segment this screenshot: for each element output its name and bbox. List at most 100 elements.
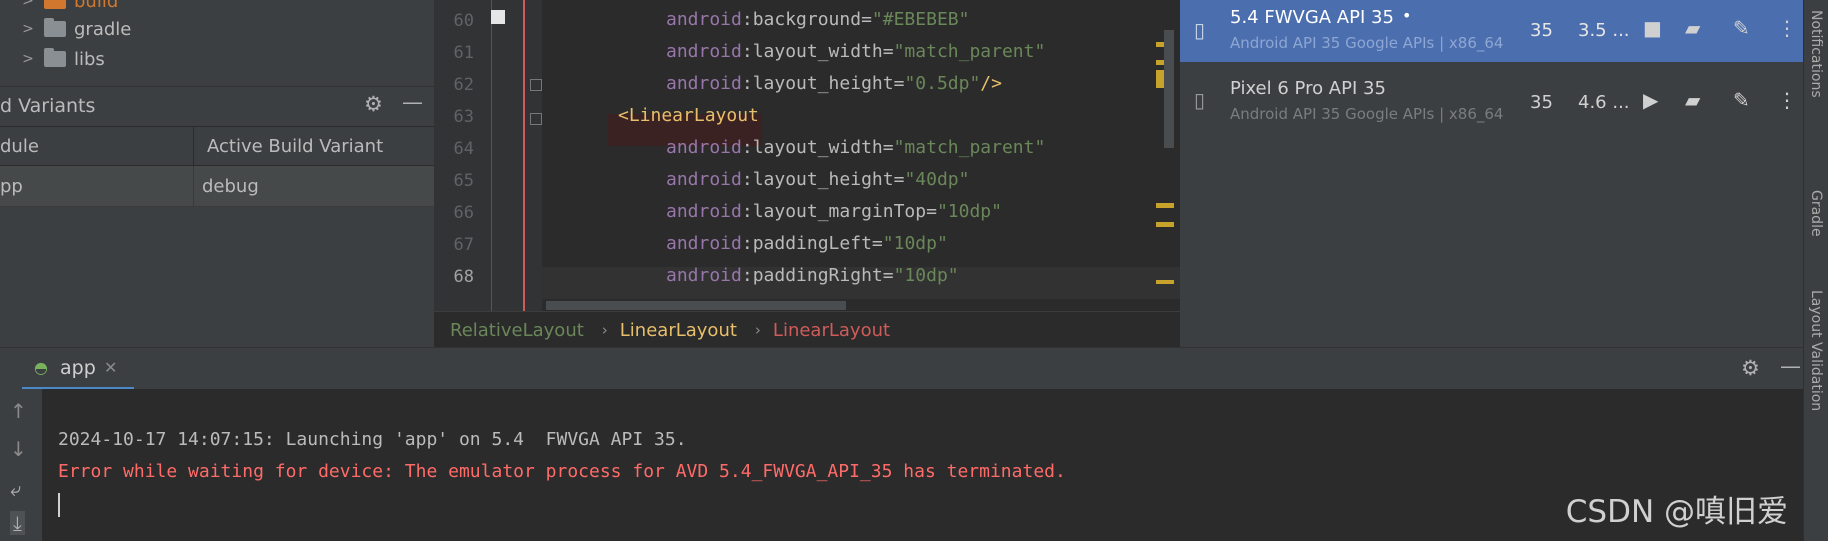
code-line[interactable]: <LinearLayout: [618, 100, 759, 132]
xml-value: "40dp": [904, 169, 970, 190]
chevron-right-icon[interactable]: >: [18, 51, 38, 67]
android-icon: ◓: [34, 358, 48, 377]
tree-item-gradle[interactable]: > gradle: [0, 15, 131, 43]
chevron-right-icon: ›: [754, 321, 761, 339]
change-marker: [523, 0, 525, 311]
run-toolbar: ↑ ↓ ⤶ ⤓: [0, 389, 42, 541]
play-icon[interactable]: ▶: [1643, 88, 1658, 112]
code-line[interactable]: android:layout_height="40dp": [666, 164, 969, 196]
folder-open-icon[interactable]: ▰: [1685, 88, 1700, 112]
tree-item-libs[interactable]: > libs: [0, 45, 105, 73]
code-line[interactable]: android:layout_marginTop="10dp": [666, 196, 1002, 228]
variant-cell[interactable]: debug: [202, 166, 259, 206]
code-line[interactable]: android:layout_width="match_parent": [666, 132, 1045, 164]
notifications-tab[interactable]: Notifications: [1808, 10, 1824, 98]
line-number: 61: [453, 43, 474, 63]
minimize-icon[interactable]: —: [402, 90, 423, 114]
xml-tag-close: />: [980, 73, 1002, 94]
xml-attribute: paddingRight: [752, 265, 883, 286]
table-header: dule Active Build Variant: [0, 126, 434, 166]
xml-value: "10dp": [893, 265, 959, 286]
editor-gutter: 60 61 62 63 64 65 66 67 68: [434, 0, 542, 311]
stop-icon[interactable]: ■: [1643, 16, 1662, 40]
build-variants-header: d Variants ⚙ —: [0, 86, 434, 125]
xml-tag: <LinearLayout: [618, 105, 759, 126]
code-line[interactable]: android:paddingRight="10dp": [666, 260, 959, 292]
xml-value: "0.5dp": [904, 73, 981, 94]
arrow-down-icon[interactable]: ↓: [10, 437, 27, 461]
scroll-marker: [1156, 280, 1174, 284]
folder-open-icon[interactable]: ▰: [1685, 16, 1700, 40]
gear-icon[interactable]: ⚙: [364, 92, 383, 116]
tree-item-build[interactable]: > build: [0, 0, 118, 15]
chevron-right-icon[interactable]: >: [18, 21, 38, 37]
folder-icon: [44, 0, 66, 9]
build-variants-table: dule Active Build Variant pp debug: [0, 126, 434, 207]
run-console[interactable]: ↑ ↓ ⤶ ⤓ 2024-10-17 14:07:15: Launching '…: [0, 389, 1803, 541]
phone-icon: ▯: [1194, 88, 1206, 112]
code-line[interactable]: android:background="#EBEBEB": [666, 4, 969, 36]
device-row-pixel[interactable]: ▯ Pixel 6 Pro API 35 Android API 35 Goog…: [1180, 70, 1803, 132]
breadcrumb: RelativeLayout › LinearLayout › LinearLa…: [434, 311, 1180, 348]
scroll-marker: [1156, 222, 1174, 227]
xml-colon: :: [741, 169, 753, 190]
line-number: 64: [453, 139, 474, 159]
minimize-icon[interactable]: —: [1780, 354, 1801, 378]
xml-namespace: android: [666, 9, 742, 30]
xml-colon: :: [741, 9, 753, 30]
gear-icon[interactable]: ⚙: [1741, 356, 1760, 380]
color-swatch-icon[interactable]: [491, 10, 505, 24]
breadcrumb-item[interactable]: LinearLayout: [773, 320, 890, 341]
build-variants-title: d Variants: [0, 95, 96, 117]
edit-icon[interactable]: ✎: [1733, 88, 1750, 112]
xml-attribute: layout_width: [752, 41, 883, 62]
tab-app[interactable]: ◓ app ✕: [22, 348, 134, 390]
xml-value: "10dp": [936, 201, 1002, 222]
line-number: 60: [453, 11, 474, 31]
soft-wrap-icon[interactable]: ⤶: [10, 477, 21, 501]
code-line[interactable]: android:layout_width="match_parent": [666, 36, 1045, 68]
device-manager: ▯ 5.4 FWVGA API 35 • Android API 35 Goog…: [1180, 0, 1803, 347]
layout-validation-tab[interactable]: Layout Validation: [1808, 290, 1824, 411]
run-tool-header: ◓ app ✕ ⚙ —: [0, 347, 1803, 390]
fold-icon[interactable]: [530, 79, 542, 91]
code-line[interactable]: android:layout_height="0.5dp"/>: [666, 68, 1002, 100]
gradle-tab[interactable]: Gradle: [1808, 190, 1824, 237]
xml-attribute: paddingLeft: [752, 233, 872, 254]
scroll-to-end-icon[interactable]: ⤓: [10, 511, 25, 535]
arrow-up-icon[interactable]: ↑: [10, 399, 27, 423]
xml-equals: =: [926, 201, 937, 222]
xml-colon: :: [741, 265, 753, 286]
xml-namespace: android: [666, 73, 742, 94]
edit-icon[interactable]: ✎: [1733, 16, 1750, 40]
xml-value: "10dp": [882, 233, 948, 254]
line-number: 67: [453, 235, 474, 255]
xml-namespace: android: [666, 137, 742, 158]
code-editor[interactable]: 60 61 62 63 64 65 66 67 68 android:background="#…: [434, 0, 1180, 311]
breadcrumb-item[interactable]: LinearLayout: [620, 320, 737, 341]
module-cell: pp: [0, 166, 194, 206]
more-icon[interactable]: ⋮: [1777, 16, 1797, 40]
xml-colon: :: [741, 233, 753, 254]
xml-attribute: layout_marginTop: [752, 201, 927, 222]
console-error-line: Error while waiting for device: The emul…: [58, 461, 1066, 482]
code-line[interactable]: android:paddingLeft="10dp": [666, 228, 948, 260]
xml-equals: =: [871, 233, 883, 254]
xml-value: "match_parent": [893, 41, 1046, 62]
device-row-fwvga[interactable]: ▯ 5.4 FWVGA API 35 • Android API 35 Goog…: [1180, 0, 1803, 62]
fold-icon[interactable]: [530, 113, 542, 125]
line-number: 68: [453, 267, 474, 287]
line-number: 63: [453, 107, 474, 127]
xml-equals: =: [861, 9, 872, 30]
breadcrumb-item[interactable]: RelativeLayout: [450, 320, 584, 341]
chevron-right-icon: ›: [601, 321, 608, 339]
chevron-right-icon[interactable]: >: [18, 0, 38, 9]
column-header-module[interactable]: dule: [0, 127, 194, 165]
line-number: 62: [453, 75, 474, 95]
table-row[interactable]: pp debug: [0, 166, 434, 207]
horizontal-scrollbar[interactable]: [546, 301, 846, 310]
more-icon[interactable]: ⋮: [1777, 88, 1797, 112]
column-header-variant[interactable]: Active Build Variant: [207, 127, 383, 165]
vertical-scrollbar[interactable]: [1164, 30, 1174, 148]
close-icon[interactable]: ✕: [104, 358, 117, 377]
